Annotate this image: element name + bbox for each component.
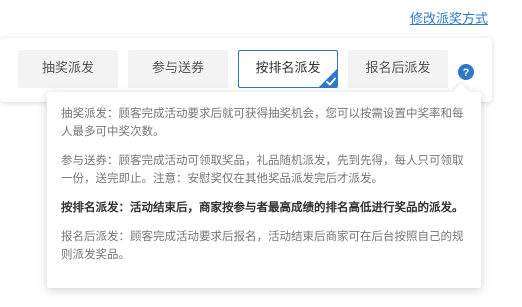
- option-ranking[interactable]: 按排名派发: [238, 50, 338, 88]
- option-after-signup[interactable]: 报名后派发: [348, 50, 448, 88]
- tooltip-lottery-desc: 抽奖派发：顾客完成活动要求后就可获得抽奖机会，您可以按需设置中奖率和每人最多可中…: [61, 106, 464, 138]
- option-participate-coupon[interactable]: 参与送券: [128, 50, 228, 88]
- option-lottery[interactable]: 抽奖派发: [18, 50, 118, 88]
- help-glyph: ?: [463, 67, 470, 79]
- tooltip-ranking-desc: 按排名派发：活动结束后，商家按参与者最高成绩的排名高低进行奖品的派发。: [61, 200, 464, 214]
- option-label: 按排名派发: [255, 61, 321, 76]
- option-label: 报名后派发: [365, 61, 431, 76]
- selected-check-icon: [319, 69, 337, 87]
- option-label: 参与送券: [151, 61, 204, 76]
- prize-method-selector: 修改派奖方式 抽奖派发 参与送券 按排名派发 报名后派发 ? 抽奖派发：顾客完成…: [0, 0, 522, 307]
- help-tooltip: 抽奖派发：顾客完成活动要求后就可获得抽奖机会，您可以按需设置中奖率和每人最多可中…: [47, 83, 481, 288]
- tooltip-participate-desc: 参与送券：顾客完成活动可领取奖品，礼品随机派发，先到先得，每人只可领取一份，送完…: [61, 153, 464, 185]
- tooltip-signup-desc: 报名后派发：顾客完成活动要求后报名，活动结束后商家可在后台按照自己的规则派发奖品…: [61, 229, 464, 261]
- option-label: 抽奖派发: [41, 61, 94, 76]
- question-circle-icon[interactable]: ?: [458, 64, 474, 80]
- modify-prize-method-link[interactable]: 修改派奖方式: [410, 8, 488, 27]
